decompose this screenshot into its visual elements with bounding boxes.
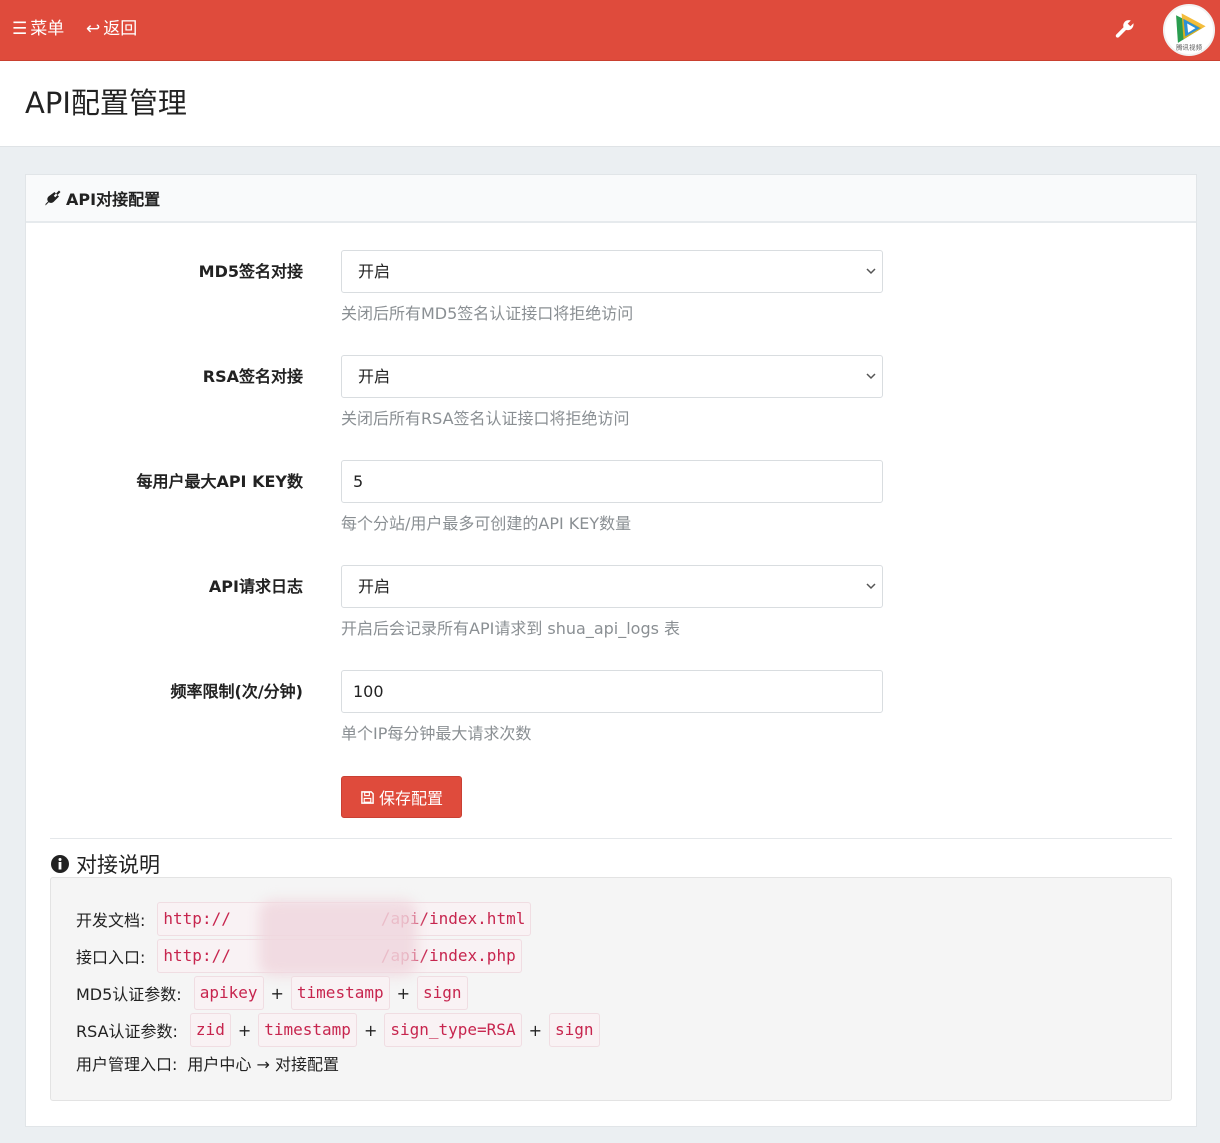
field-label: API请求日志 [208,577,303,596]
doc-url-prefix: http:// [163,909,231,928]
avatar-text: 腾讯视频 [1176,42,1202,51]
back-label: 返回 [103,19,138,39]
md5-params-line: MD5认证参数: apikey + timestamp + sign [76,976,468,1010]
input-value: 5 [353,472,364,491]
entry-url-prefix: http:// [163,946,231,965]
field-label: RSA签名对接 [202,367,303,386]
floppy-disk-icon [361,790,374,804]
info-title-text: 对接说明 [76,853,160,877]
rate-limit-input[interactable]: 100 [341,670,883,713]
select-value: 开启 [358,262,391,281]
redaction-blur [259,900,417,976]
rsa-params-line: RSA认证参数: zid + timestamp + sign_type=RSA… [76,1013,600,1047]
chevron-down-icon [866,583,876,590]
save-button[interactable]: 保存配置 [341,776,462,818]
request-log-select[interactable]: 开启 [341,565,883,608]
md5-label: MD5认证参数: [76,985,182,1004]
plug-icon [45,190,61,206]
bars-icon: ☰ [12,19,28,39]
section-divider [50,838,1172,839]
param-code: timestamp [258,1013,357,1047]
input-value: 100 [353,682,384,701]
field-help: 单个IP每分钟最大请求次数 [341,724,532,743]
user-label: 用户管理入口: [76,1055,178,1074]
reply-arrow-icon: ↩ [86,19,101,39]
field-label: 频率限制(次/分钟) [170,682,303,701]
param-code: zid [189,1013,231,1047]
plus-sign: + [270,983,284,1003]
select-value: 开启 [358,367,391,386]
menu-button[interactable]: ☰ 菜单 [12,17,64,41]
card-header: API对接配置 [26,175,1196,223]
rsa-label: RSA认证参数: [76,1022,178,1041]
api-config-card: API对接配置 MD5签名对接 开启 关闭后所有MD5签名认证接口将拒绝访问 R… [25,174,1197,1127]
info-section-title: 对接说明 [50,849,160,879]
top-navbar: ☰ 菜单 ↩ 返回 腾讯视频 [0,0,1220,61]
plus-sign: + [363,1020,378,1040]
menu-label: 菜单 [30,19,65,39]
chevron-down-icon [866,268,876,275]
field-help: 每个分站/用户最多可创建的API KEY数量 [341,514,632,533]
field-label: MD5签名对接 [198,262,303,281]
entry-label: 接口入口: [76,948,146,967]
save-label: 保存配置 [378,789,443,808]
card-title: API对接配置 [66,190,161,209]
plus-sign: + [528,1020,542,1040]
page-header: API配置管理 [0,61,1220,147]
param-code: sign [548,1013,600,1047]
back-button[interactable]: ↩ 返回 [86,17,137,41]
page-title: API配置管理 [25,86,187,120]
rsa-select[interactable]: 开启 [341,355,883,398]
field-help: 关闭后所有RSA签名认证接口将拒绝访问 [341,409,630,428]
user-path: 用户中心 → 对接配置 [187,1055,339,1074]
wrench-icon[interactable] [1113,17,1137,41]
plus-sign: + [237,1020,252,1040]
param-code: apikey [193,976,264,1010]
info-circle-icon [51,855,69,873]
info-box: 开发文档: http:///api/index.html 接口入口: http:… [50,877,1172,1101]
plus-sign: + [396,983,411,1003]
field-label: 每用户最大API KEY数 [136,472,303,491]
md5-select[interactable]: 开启 [341,250,883,293]
param-code: sign_type=RSA [384,1013,522,1047]
max-keys-input[interactable]: 5 [341,460,883,503]
chevron-down-icon [866,373,876,380]
user-entry-line: 用户管理入口: 用户中心 → 对接配置 [76,1051,339,1075]
user-avatar[interactable]: 腾讯视频 [1163,4,1215,56]
doc-label: 开发文档: [76,911,146,930]
param-code: timestamp [290,976,390,1010]
video-logo-icon: 腾讯视频 [1166,7,1212,53]
param-code: sign [417,976,468,1010]
field-help: 开启后会记录所有API请求到 shua_api_logs 表 [341,619,681,638]
field-help: 关闭后所有MD5签名认证接口将拒绝访问 [341,304,634,323]
select-value: 开启 [358,577,391,596]
